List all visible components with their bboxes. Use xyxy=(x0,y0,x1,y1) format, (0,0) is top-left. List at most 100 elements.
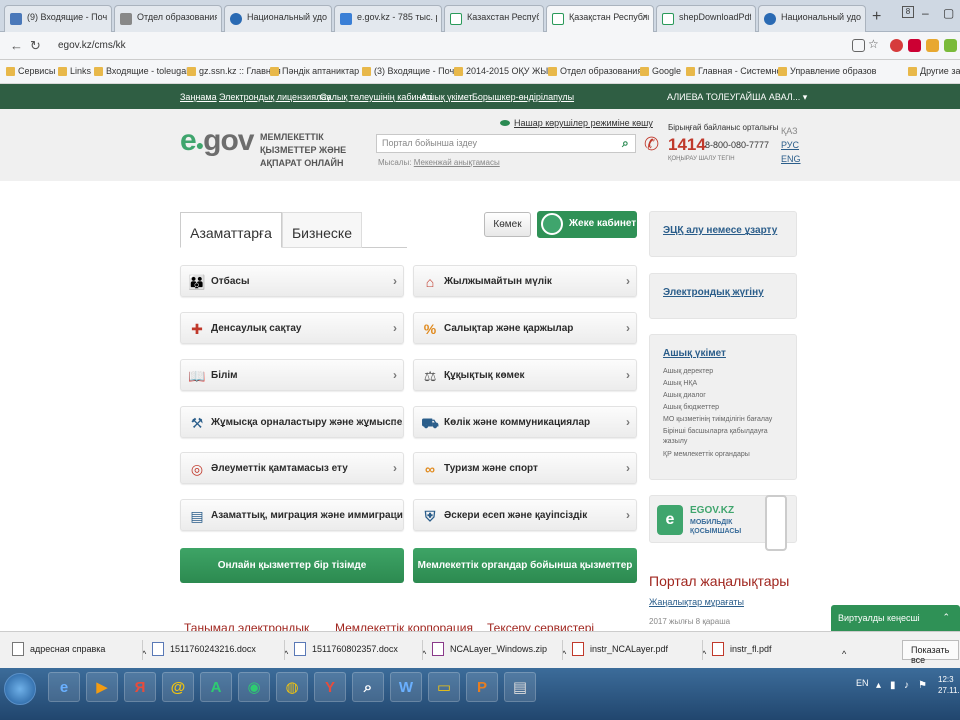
open-gov-link[interactable]: Ашық үкімет xyxy=(663,348,726,359)
network-icon[interactable]: ▮ xyxy=(890,680,896,691)
chevron-up-icon[interactable]: ^ xyxy=(824,646,846,666)
download-item[interactable]: instr_NCALayer.pdf xyxy=(572,641,668,661)
open-gov-item[interactable]: Ашық диалог xyxy=(663,392,706,399)
service-military[interactable]: ⛨ Әскери есеп және қауіпсіздік › xyxy=(413,499,637,531)
download-item[interactable]: 1511760802357.docx xyxy=(294,641,398,661)
news-archive-link[interactable]: Жаңалықтар мұрағаты xyxy=(649,597,744,607)
language-indicator[interactable]: EN xyxy=(856,678,869,688)
service-taxes[interactable]: % Салықтар және қаржылар › xyxy=(413,312,637,344)
gov-agencies-button[interactable]: Мемлекеттік органдар бойынша қызметтер xyxy=(413,548,637,583)
search-input[interactable]: Портал бойынша іздеу xyxy=(376,134,636,153)
tray-arrow-icon[interactable]: ▴ xyxy=(876,680,881,691)
browser-tab[interactable]: e.gov.kz - 785 тыс. резуль xyxy=(334,5,442,32)
word-icon[interactable]: W xyxy=(390,672,422,702)
bookmark-item[interactable]: Пәндік аптаниктар xyxy=(270,66,359,76)
star-icon[interactable]: ☆ xyxy=(868,37,879,51)
extension-icon[interactable] xyxy=(890,39,903,52)
clock[interactable]: 12:327.11.2 xyxy=(938,674,960,696)
extension-icon[interactable] xyxy=(944,39,957,52)
back-icon[interactable]: ← xyxy=(10,38,23,53)
browser-tab-active[interactable]: Қазақстан Республикас× xyxy=(546,5,654,33)
service-education[interactable]: 📖 Білім › xyxy=(180,359,404,391)
search-app-icon[interactable]: ⌕ xyxy=(352,672,384,702)
online-services-button[interactable]: Онлайн қызметтер бір тізімде xyxy=(180,548,404,583)
chrome-icon[interactable]: ◍ xyxy=(276,672,308,702)
bookmark-item[interactable]: Другие закладки xyxy=(908,66,960,76)
browser-tab[interactable]: (9) Входящие - Почта Ма xyxy=(4,5,112,32)
download-item[interactable]: адресная справка xyxy=(12,641,105,661)
start-button[interactable] xyxy=(4,673,36,705)
document-app-icon[interactable]: ▤ xyxy=(504,672,536,702)
service-citizenship[interactable]: ▤ Азаматтық, миграция және иммиграция › xyxy=(180,499,404,531)
ie-icon[interactable]: e xyxy=(48,672,80,702)
service-social[interactable]: ◎ Әлеуметтік қамтамасыз ету › xyxy=(180,452,404,484)
bookmark-item[interactable]: Сервисы xyxy=(6,66,55,76)
yandex-browser-icon[interactable]: Y xyxy=(314,672,346,702)
search-icon[interactable]: ⌕ xyxy=(622,136,634,150)
volume-icon[interactable]: ♪ xyxy=(904,680,909,691)
eds-link[interactable]: ЭЦҚ алу немесе ұзарту xyxy=(663,225,777,236)
toplink[interactable]: Электрондық лицензиялау xyxy=(219,92,331,102)
download-item[interactable]: NCALayer_Windows.zip xyxy=(432,641,547,661)
service-tourism[interactable]: ∞ Туризм және спорт › xyxy=(413,452,637,484)
open-gov-item[interactable]: Бірінші басшыларға қабылдауға xyxy=(663,428,768,435)
mail-agent-icon[interactable]: @ xyxy=(162,672,194,702)
egov-logo[interactable]: e●gov xyxy=(180,124,255,158)
open-gov-item[interactable]: жазылу xyxy=(663,438,687,445)
tab-citizens[interactable]: Азаматтарға xyxy=(180,212,282,248)
download-item[interactable]: instr_fl.pdf xyxy=(712,641,772,661)
app-a-icon[interactable]: A xyxy=(200,672,232,702)
bookmark-item[interactable]: Входящие - toleugal xyxy=(94,66,188,76)
bookmark-item[interactable]: Отдел образования xyxy=(548,66,642,76)
browser-tab[interactable]: Казахстан Республикась xyxy=(444,5,544,32)
close-icon[interactable]: × xyxy=(642,12,648,23)
browser-tab[interactable]: Отдел образования горс xyxy=(114,5,222,32)
bookmark-item[interactable]: Управление образов xyxy=(778,66,876,76)
bookmark-item[interactable]: 2014-2015 ОҚУ ЖЫЛ xyxy=(454,66,554,76)
bookmark-item[interactable]: (3) Входящие - Почта xyxy=(362,66,463,76)
lang-ru[interactable]: РУС xyxy=(781,140,799,150)
extension-icon[interactable] xyxy=(926,39,939,52)
service-family[interactable]: 👪 Отбасы › xyxy=(180,265,404,297)
media-icon[interactable]: ▶ xyxy=(86,672,118,702)
bookmark-item[interactable]: Links xyxy=(58,66,91,76)
powerpoint-icon[interactable]: P xyxy=(466,672,498,702)
toplink[interactable]: Салық төлеушінің кабинеті xyxy=(320,92,432,102)
toplink[interactable]: Борышкер-өндірілапулы xyxy=(472,92,574,102)
bookmark-item[interactable]: Главная - Системно xyxy=(686,66,781,76)
new-tab-icon[interactable]: + xyxy=(872,8,881,26)
show-all-downloads-button[interactable]: Показать все xyxy=(902,640,959,665)
reload-icon[interactable]: ↻ xyxy=(30,38,41,54)
window-menu-icon[interactable]: 8 xyxy=(902,6,914,18)
translate-icon[interactable] xyxy=(852,39,865,52)
toplink[interactable]: Заңнама xyxy=(180,92,217,102)
lang-kz[interactable]: ҚАЗ xyxy=(781,126,798,136)
tab-business[interactable]: Бизнеске xyxy=(282,212,362,248)
explorer-icon[interactable]: ▭ xyxy=(428,672,460,702)
open-gov-item[interactable]: Ашық деректер xyxy=(663,368,713,375)
download-item[interactable]: 1511760243216.docx xyxy=(152,641,256,661)
browser-tab[interactable]: shepDownloadPdf xyxy=(656,5,756,32)
lang-en[interactable]: ENG xyxy=(781,154,801,164)
extension-icon[interactable] xyxy=(908,39,921,52)
browser-tab[interactable]: Национальный удостове xyxy=(758,5,866,32)
maximize-icon[interactable]: ▢ xyxy=(943,6,954,20)
bookmark-item[interactable]: gz.ssn.kz :: Главная xyxy=(187,66,281,76)
url-field[interactable]: egov.kz/cms/kk xyxy=(50,37,850,55)
open-gov-item[interactable]: Ашық бюджеттер xyxy=(663,404,719,411)
virtual-assistant-button[interactable]: Виртуалды кеңесші ⌃ xyxy=(831,605,960,631)
flag-icon[interactable]: ⚑ xyxy=(918,680,927,691)
service-transport[interactable]: ⛟ Көлік және коммуникациялар › xyxy=(413,406,637,438)
whatsapp-icon[interactable]: ◉ xyxy=(238,672,270,702)
low-vision-toggle[interactable]: Нашар көрушілер режиміне көшу xyxy=(500,118,653,128)
toplink[interactable]: Ашық үкімет xyxy=(421,92,473,102)
yandex-icon[interactable]: Я xyxy=(124,672,156,702)
open-gov-item[interactable]: Ашық НҚА xyxy=(663,380,697,387)
help-button[interactable]: Көмек xyxy=(484,212,531,237)
service-real-estate[interactable]: ⌂ Жылжымайтын мүлік › xyxy=(413,265,637,297)
e-appeal-link[interactable]: Электрондық жүгіну xyxy=(663,287,764,298)
user-menu[interactable]: АЛИЕВА ТОЛЕУГАЙША АВАЛ... ▾ xyxy=(667,92,807,103)
bookmark-item[interactable]: Google xyxy=(640,66,681,76)
service-employment[interactable]: ⚒ Жұмысқа орналастыру және жұмыспе... › xyxy=(180,406,404,438)
example-link[interactable]: Мекенжай анықтамасы xyxy=(414,158,500,167)
